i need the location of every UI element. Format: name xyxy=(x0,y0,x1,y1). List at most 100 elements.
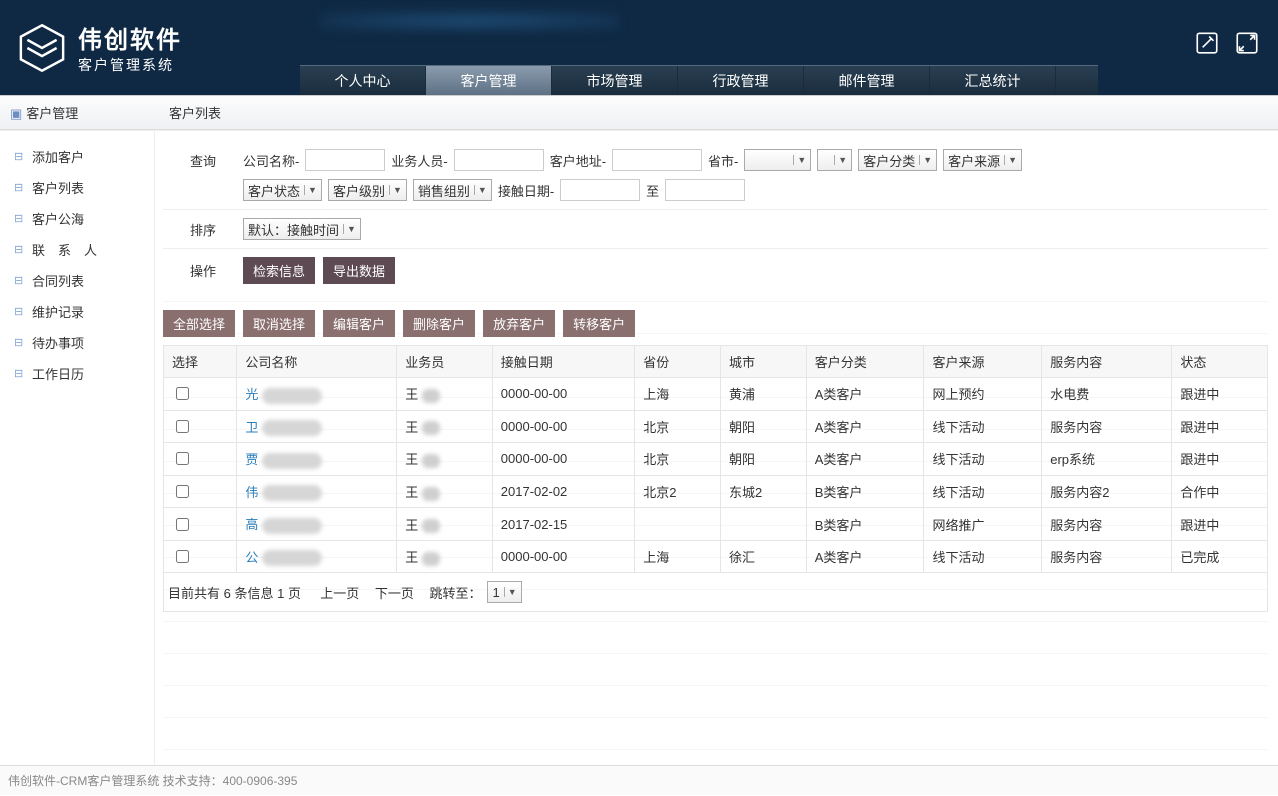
search-button[interactable]: 检索信息 xyxy=(243,257,315,284)
nav-item-2[interactable]: 市场管理 xyxy=(552,66,678,95)
cell-sales: 王 xyxy=(397,378,493,411)
sidebar-item-7[interactable]: ⊟工作日历 xyxy=(0,358,154,389)
cell-city: 黄浦 xyxy=(720,378,806,411)
sales-input[interactable] xyxy=(454,149,544,171)
row-checkbox[interactable] xyxy=(176,550,189,563)
cell-svc: 水电费 xyxy=(1042,378,1172,411)
pager-summary: 目前共有 6 条信息 1 页 xyxy=(168,583,301,602)
source-select-label: 客户来源 xyxy=(948,151,1000,170)
company-link[interactable]: 光 xyxy=(245,387,258,402)
footer: 伟创软件-CRM客户管理系统 技术支持：400-0906-395 xyxy=(0,765,1278,795)
status-select[interactable]: 客户状态▼ xyxy=(243,179,322,201)
redacted xyxy=(262,388,322,404)
company-link[interactable]: 公 xyxy=(245,550,258,565)
nav-item-4[interactable]: 邮件管理 xyxy=(804,66,930,95)
cell-cat: A类客户 xyxy=(806,443,924,476)
category-select-label: 客户分类 xyxy=(863,151,915,170)
date-to-input[interactable] xyxy=(665,179,745,201)
bulk-btn-4[interactable]: 放弃客户 xyxy=(483,310,555,337)
province-label: 省市- xyxy=(708,151,738,170)
sidebar-item-3[interactable]: ⊟联 系 人 xyxy=(0,234,154,265)
pager-current: 1 xyxy=(492,585,499,600)
bulk-btn-3[interactable]: 删除客户 xyxy=(403,310,475,337)
sidebar-item-6[interactable]: ⊟待办事项 xyxy=(0,327,154,358)
level-select-label: 客户级别 xyxy=(333,181,385,200)
subheader-left-text: 客户管理 xyxy=(26,106,78,121)
sidebar-item-4[interactable]: ⊟合同列表 xyxy=(0,265,154,296)
cell-city: 朝阳 xyxy=(720,410,806,443)
bulk-btn-1[interactable]: 取消选择 xyxy=(243,310,315,337)
salesgroup-select[interactable]: 销售组别▼ xyxy=(413,179,492,201)
cell-prov: 上海 xyxy=(635,540,721,573)
redacted xyxy=(422,389,440,403)
tree-icon: ⊟ xyxy=(14,305,26,319)
tree-icon: ⊟ xyxy=(14,243,26,257)
cell-cat: B类客户 xyxy=(806,508,924,541)
redacted xyxy=(262,453,322,469)
page-title: 客户列表 xyxy=(155,103,221,122)
sort-select[interactable]: 默认：接触时间▼ xyxy=(243,218,361,240)
province-select[interactable]: ▼ xyxy=(744,149,811,171)
date-from-input[interactable] xyxy=(560,179,640,201)
table-row: 伟 王 2017-02-02北京2东城2B类客户线下活动服务内容2合作中 xyxy=(164,475,1268,508)
cell-sales: 王 xyxy=(397,508,493,541)
tree-icon: ⊟ xyxy=(14,336,26,350)
col-header-7: 客户来源 xyxy=(924,346,1042,378)
pager-next[interactable]: 下一页 xyxy=(375,583,414,602)
ops-section-label: 操作 xyxy=(163,261,243,280)
category-select[interactable]: 客户分类▼ xyxy=(858,149,937,171)
row-checkbox[interactable] xyxy=(176,387,189,400)
company-input[interactable] xyxy=(305,149,385,171)
cell-cat: A类客户 xyxy=(806,540,924,573)
main-nav: 个人中心客户管理市场管理行政管理邮件管理汇总统计 xyxy=(300,65,1098,95)
city-select[interactable]: ▼ xyxy=(817,149,852,171)
edit-icon[interactable] xyxy=(1194,30,1220,59)
bulk-btn-0[interactable]: 全部选择 xyxy=(163,310,235,337)
cell-city: 东城2 xyxy=(720,475,806,508)
cell-prov: 上海 xyxy=(635,378,721,411)
col-header-3: 接触日期 xyxy=(492,346,634,378)
redacted xyxy=(422,421,440,435)
source-select[interactable]: 客户来源▼ xyxy=(943,149,1022,171)
sidebar-item-2[interactable]: ⊟客户公海 xyxy=(0,203,154,234)
row-checkbox[interactable] xyxy=(176,452,189,465)
cell-prov: 北京2 xyxy=(635,475,721,508)
sub-header: ▣客户管理 客户列表 xyxy=(0,96,1278,130)
nav-item-3[interactable]: 行政管理 xyxy=(678,66,804,95)
pager-jump-select[interactable]: 1▼ xyxy=(487,581,521,603)
cell-sales: 王 xyxy=(397,540,493,573)
redacted xyxy=(262,420,322,436)
bulk-btn-5[interactable]: 转移客户 xyxy=(563,310,635,337)
nav-item-5[interactable]: 汇总统计 xyxy=(930,66,1056,95)
bulk-btn-2[interactable]: 编辑客户 xyxy=(323,310,395,337)
cell-status: 跟进中 xyxy=(1172,410,1268,443)
cell-sales: 王 xyxy=(397,410,493,443)
brand-sub: 客户管理系统 xyxy=(78,55,182,75)
level-select[interactable]: 客户级别▼ xyxy=(328,179,407,201)
pager-prev[interactable]: 上一页 xyxy=(320,583,359,602)
company-link[interactable]: 伟 xyxy=(245,485,258,500)
table-row: 光 王 0000-00-00上海黄浦A类客户网上预约水电费跟进中 xyxy=(164,378,1268,411)
sidebar-item-0[interactable]: ⊟添加客户 xyxy=(0,141,154,172)
company-link[interactable]: 卫 xyxy=(245,420,258,435)
subheader-left: ▣客户管理 xyxy=(0,103,155,122)
cell-date: 2017-02-15 xyxy=(492,508,634,541)
nav-item-0[interactable]: 个人中心 xyxy=(300,66,426,95)
address-input[interactable] xyxy=(612,149,702,171)
table-row: 贾 王 0000-00-00北京朝阳A类客户线下活动erp系统跟进中 xyxy=(164,443,1268,476)
row-checkbox[interactable] xyxy=(176,518,189,531)
sidebar-item-5[interactable]: ⊟维护记录 xyxy=(0,296,154,327)
sidebar-item-1[interactable]: ⊟客户列表 xyxy=(0,172,154,203)
export-button[interactable]: 导出数据 xyxy=(323,257,395,284)
row-checkbox[interactable] xyxy=(176,420,189,433)
col-header-4: 省份 xyxy=(635,346,721,378)
redacted xyxy=(262,485,322,501)
row-checkbox[interactable] xyxy=(176,485,189,498)
nav-item-1[interactable]: 客户管理 xyxy=(426,66,552,95)
company-link[interactable]: 贾 xyxy=(245,452,258,467)
company-link[interactable]: 高 xyxy=(245,517,258,532)
tree-icon: ⊟ xyxy=(14,274,26,288)
sort-select-label: 默认：接触时间 xyxy=(248,220,339,239)
expand-icon[interactable] xyxy=(1234,30,1260,59)
customer-table: 选择公司名称业务员接触日期省份城市客户分类客户来源服务内容状态 光 王 0000… xyxy=(163,345,1268,573)
